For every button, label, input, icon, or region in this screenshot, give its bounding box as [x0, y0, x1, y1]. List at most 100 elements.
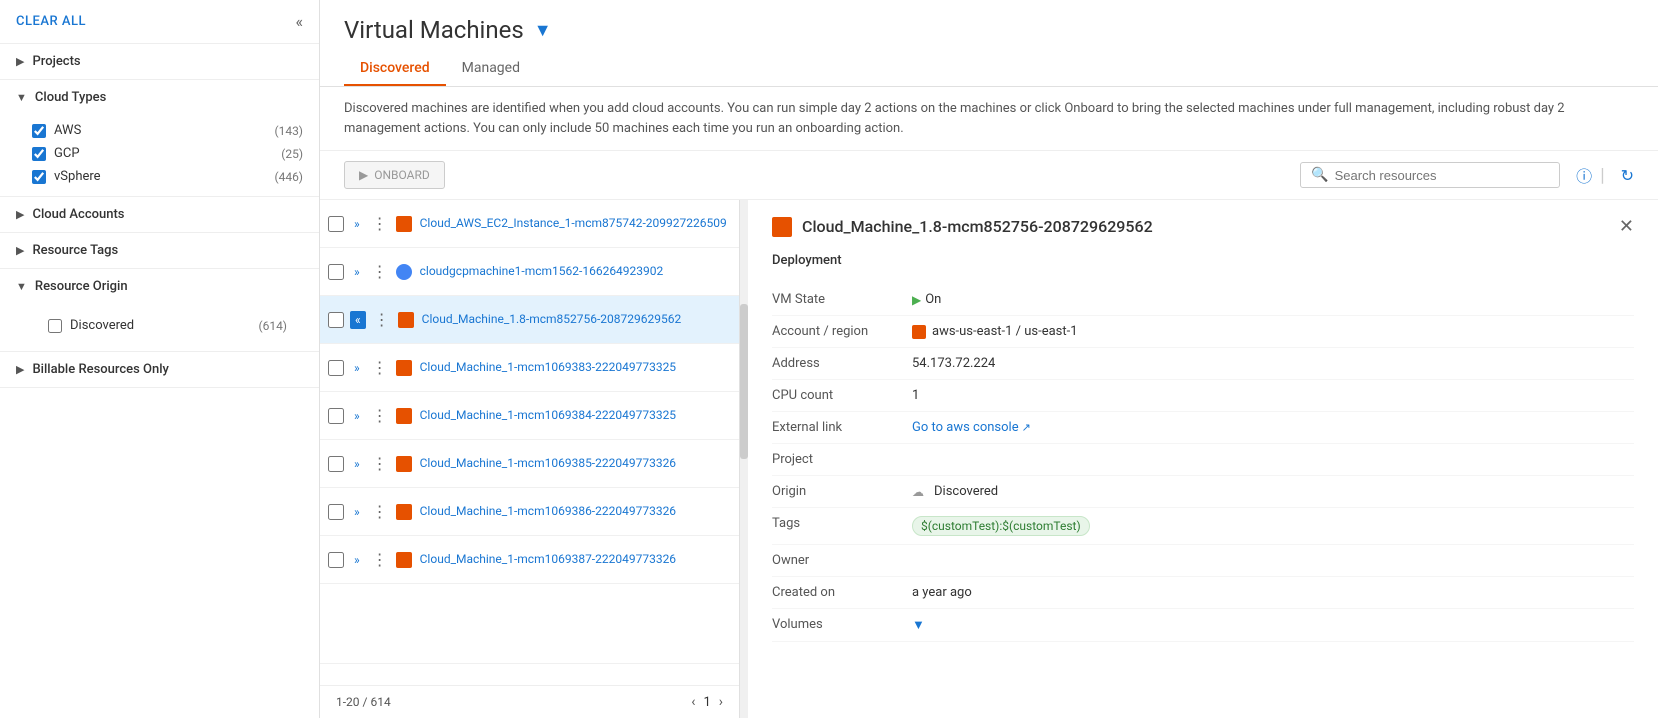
- created-on-value: a year ago: [912, 585, 1634, 600]
- table-row[interactable]: » ⋮ Cloud_AWS_EC2_Instance_1-mcm875742-2…: [320, 200, 739, 248]
- resource-origin-items: Discovered (614): [0, 304, 319, 351]
- refresh-icon[interactable]: ↻: [1621, 166, 1634, 185]
- search-icon: 🔍: [1311, 167, 1328, 183]
- row-expand-icon[interactable]: »: [350, 407, 364, 425]
- divider: |: [1600, 165, 1604, 186]
- row-menu-icon[interactable]: ⋮: [368, 500, 392, 523]
- tab-managed[interactable]: Managed: [446, 52, 536, 86]
- row-menu-icon[interactable]: ⋮: [368, 404, 392, 427]
- row-expand-icon[interactable]: »: [350, 263, 364, 281]
- origin-label: Origin: [772, 484, 912, 499]
- account-region-value: aws-us-east-1 / us-east-1: [912, 324, 1634, 339]
- row-checkbox[interactable]: [328, 408, 344, 424]
- origin-row: Origin ☁ Discovered: [772, 476, 1634, 508]
- row-type-icon: [396, 456, 412, 472]
- project-label: Project: [772, 452, 912, 467]
- table-row[interactable]: « ⋮ Cloud_Machine_1.8-mcm852756-20872962…: [320, 296, 739, 344]
- sidebar-collapse-icon[interactable]: «: [295, 12, 303, 31]
- next-page-button[interactable]: ›: [719, 694, 723, 710]
- search-box: 🔍: [1300, 162, 1560, 188]
- pagination: ‹ 1 ›: [691, 694, 723, 710]
- main-header: Virtual Machines ▼ Discovered Managed: [320, 0, 1658, 87]
- row-checkbox[interactable]: [328, 504, 344, 520]
- tab-discovered[interactable]: Discovered: [344, 52, 446, 86]
- resource-tags-header[interactable]: ▶ Resource Tags: [0, 233, 319, 268]
- projects-header[interactable]: ▶ Projects: [0, 44, 319, 79]
- detail-title: Cloud_Machine_1.8-mcm852756-208729629562: [802, 217, 1611, 236]
- row-checkbox[interactable]: [328, 312, 344, 328]
- billable-label: Billable Resources Only: [32, 362, 168, 377]
- tags-value: $(customTest):$(customTest): [912, 516, 1634, 536]
- table-row[interactable]: » ⋮ Cloud_Machine_1-mcm1069387-222049773…: [320, 536, 739, 584]
- resource-origin-header[interactable]: ▼ Resource Origin: [0, 269, 319, 304]
- row-checkbox[interactable]: [328, 552, 344, 568]
- vm-state-value: ▶ On: [912, 292, 1634, 307]
- gcp-checkbox[interactable]: [32, 147, 46, 161]
- origin-value: ☁ Discovered: [912, 484, 1634, 499]
- onboard-button[interactable]: ▶ ONBOARD: [344, 161, 445, 189]
- table-row[interactable]: » ⋮ cloudgcpmachine1-mcm1562-16626492390…: [320, 248, 739, 296]
- cloud-accounts-header[interactable]: ▶ Cloud Accounts: [0, 197, 319, 232]
- aws-checkbox[interactable]: [32, 124, 46, 138]
- project-row: Project: [772, 444, 1634, 476]
- vsphere-label: vSphere: [54, 169, 274, 184]
- row-checkbox[interactable]: [328, 360, 344, 376]
- row-checkbox[interactable]: [328, 264, 344, 280]
- table-row[interactable]: » ⋮ Cloud_Machine_1-mcm1069385-222049773…: [320, 440, 739, 488]
- row-expand-icon[interactable]: »: [350, 359, 364, 377]
- clear-all-button[interactable]: CLEAR ALL: [16, 14, 86, 29]
- row-menu-icon[interactable]: ⋮: [368, 548, 392, 571]
- scrollbar-track[interactable]: [740, 200, 748, 718]
- address-text: 54.173.72.224: [912, 356, 995, 371]
- gcp-filter-item: GCP (25): [32, 142, 303, 165]
- table-row[interactable]: » ⋮ Cloud_Machine_1-mcm1069386-222049773…: [320, 488, 739, 536]
- info-icon[interactable]: ⓘ: [1576, 163, 1592, 187]
- address-row: Address 54.173.72.224: [772, 348, 1634, 380]
- cpu-count-label: CPU count: [772, 388, 912, 403]
- vsphere-checkbox[interactable]: [32, 170, 46, 184]
- detail-panel: Cloud_Machine_1.8-mcm852756-208729629562…: [748, 200, 1658, 718]
- cloud-types-header[interactable]: ▼ Cloud Types: [0, 80, 319, 115]
- table-row[interactable]: » ⋮ Cloud_Machine_1-mcm1069383-222049773…: [320, 344, 739, 392]
- table-body: » ⋮ Cloud_AWS_EC2_Instance_1-mcm875742-2…: [320, 200, 739, 685]
- description-text: Discovered machines are identified when …: [320, 87, 1658, 151]
- row-menu-icon[interactable]: ⋮: [370, 308, 394, 331]
- filter-icon[interactable]: ▼: [534, 20, 552, 41]
- billable-header[interactable]: ▶ Billable Resources Only: [0, 352, 319, 387]
- projects-chevron-icon: ▶: [16, 55, 24, 68]
- row-menu-icon[interactable]: ⋮: [368, 356, 392, 379]
- vm-state-on-icon: ▶: [912, 293, 921, 307]
- scrollbar-thumb[interactable]: [740, 304, 748, 459]
- page-title: Virtual Machines: [344, 16, 524, 44]
- search-input[interactable]: [1335, 168, 1550, 183]
- row-expand-icon[interactable]: »: [350, 455, 364, 473]
- aws-console-link[interactable]: Go to aws console ↗: [912, 420, 1031, 435]
- cloud-accounts-chevron-icon: ▶: [16, 208, 24, 221]
- cpu-count-text: 1: [912, 388, 919, 403]
- row-checkbox[interactable]: [328, 456, 344, 472]
- tags-label: Tags: [772, 516, 912, 531]
- volumes-expand-icon[interactable]: ▼: [912, 617, 925, 633]
- external-link-icon: ↗: [1022, 421, 1031, 434]
- aws-filter-item: AWS (143): [32, 119, 303, 142]
- row-expand-icon[interactable]: »: [350, 503, 364, 521]
- prev-page-button[interactable]: ‹: [691, 694, 695, 710]
- current-page: 1: [703, 695, 710, 710]
- row-expand-icon[interactable]: »: [350, 551, 364, 569]
- cloud-types-section: ▼ Cloud Types AWS (143) GCP (25) vSphere…: [0, 80, 319, 197]
- footer-range: 1-20 / 614: [336, 695, 391, 709]
- gcp-label: GCP: [54, 146, 281, 161]
- row-name: Cloud_Machine_1-mcm1069385-222049773326: [420, 455, 731, 472]
- row-type-icon: [396, 360, 412, 376]
- detail-close-button[interactable]: ✕: [1619, 216, 1634, 237]
- aws-label: AWS: [54, 123, 274, 138]
- row-menu-icon[interactable]: ⋮: [368, 260, 392, 283]
- row-expand-icon[interactable]: «: [350, 311, 366, 329]
- row-checkbox[interactable]: [328, 216, 344, 232]
- owner-row: Owner: [772, 545, 1634, 577]
- row-menu-icon[interactable]: ⋮: [368, 452, 392, 475]
- discovered-checkbox[interactable]: [48, 319, 62, 333]
- row-expand-icon[interactable]: »: [350, 215, 364, 233]
- row-menu-icon[interactable]: ⋮: [368, 212, 392, 235]
- table-row[interactable]: » ⋮ Cloud_Machine_1-mcm1069384-222049773…: [320, 392, 739, 440]
